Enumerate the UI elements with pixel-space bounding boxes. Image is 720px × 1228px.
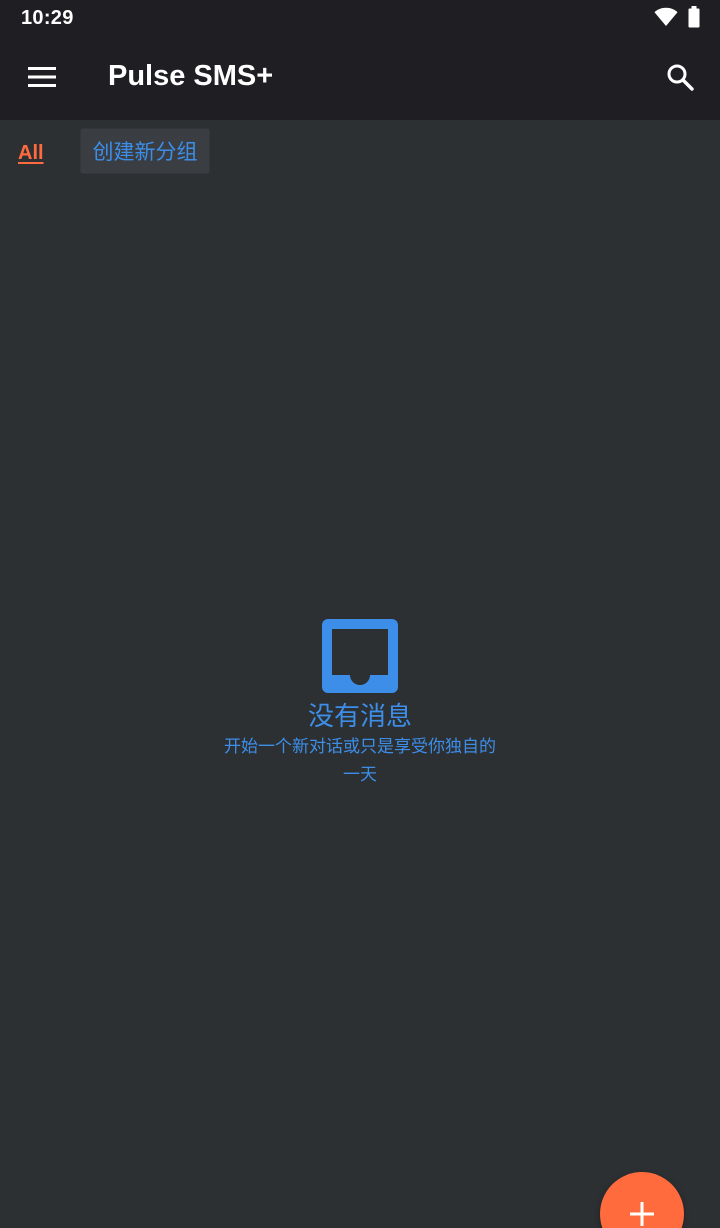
battery-icon [688,6,700,32]
empty-title: 没有消息 [307,702,412,732]
search-button[interactable] [656,55,704,103]
inbox-icon [320,617,400,695]
menu-button[interactable] [18,55,66,103]
status-bar: 10:29 [0,0,720,38]
empty-subtitle: 开始一个新对话或只是享受你独自的一天 [224,737,496,785]
status-icons [654,6,700,32]
search-icon [666,63,694,95]
wifi-icon [654,7,678,31]
tab-all[interactable]: All [18,142,44,165]
plus-icon [630,1172,654,1228]
screen: 10:29 Pulse SMS+ All 创建新分组 没有消息 开始一个新对话或… [0,0,720,1228]
create-group-button[interactable]: 创建新分组 [80,128,210,174]
app-title: Pulse SMS+ [108,60,274,92]
app-bar: Pulse SMS+ [0,38,720,120]
status-time: 10:29 [21,7,74,29]
new-conversation-button[interactable] [600,1172,684,1228]
menu-icon [27,66,57,92]
